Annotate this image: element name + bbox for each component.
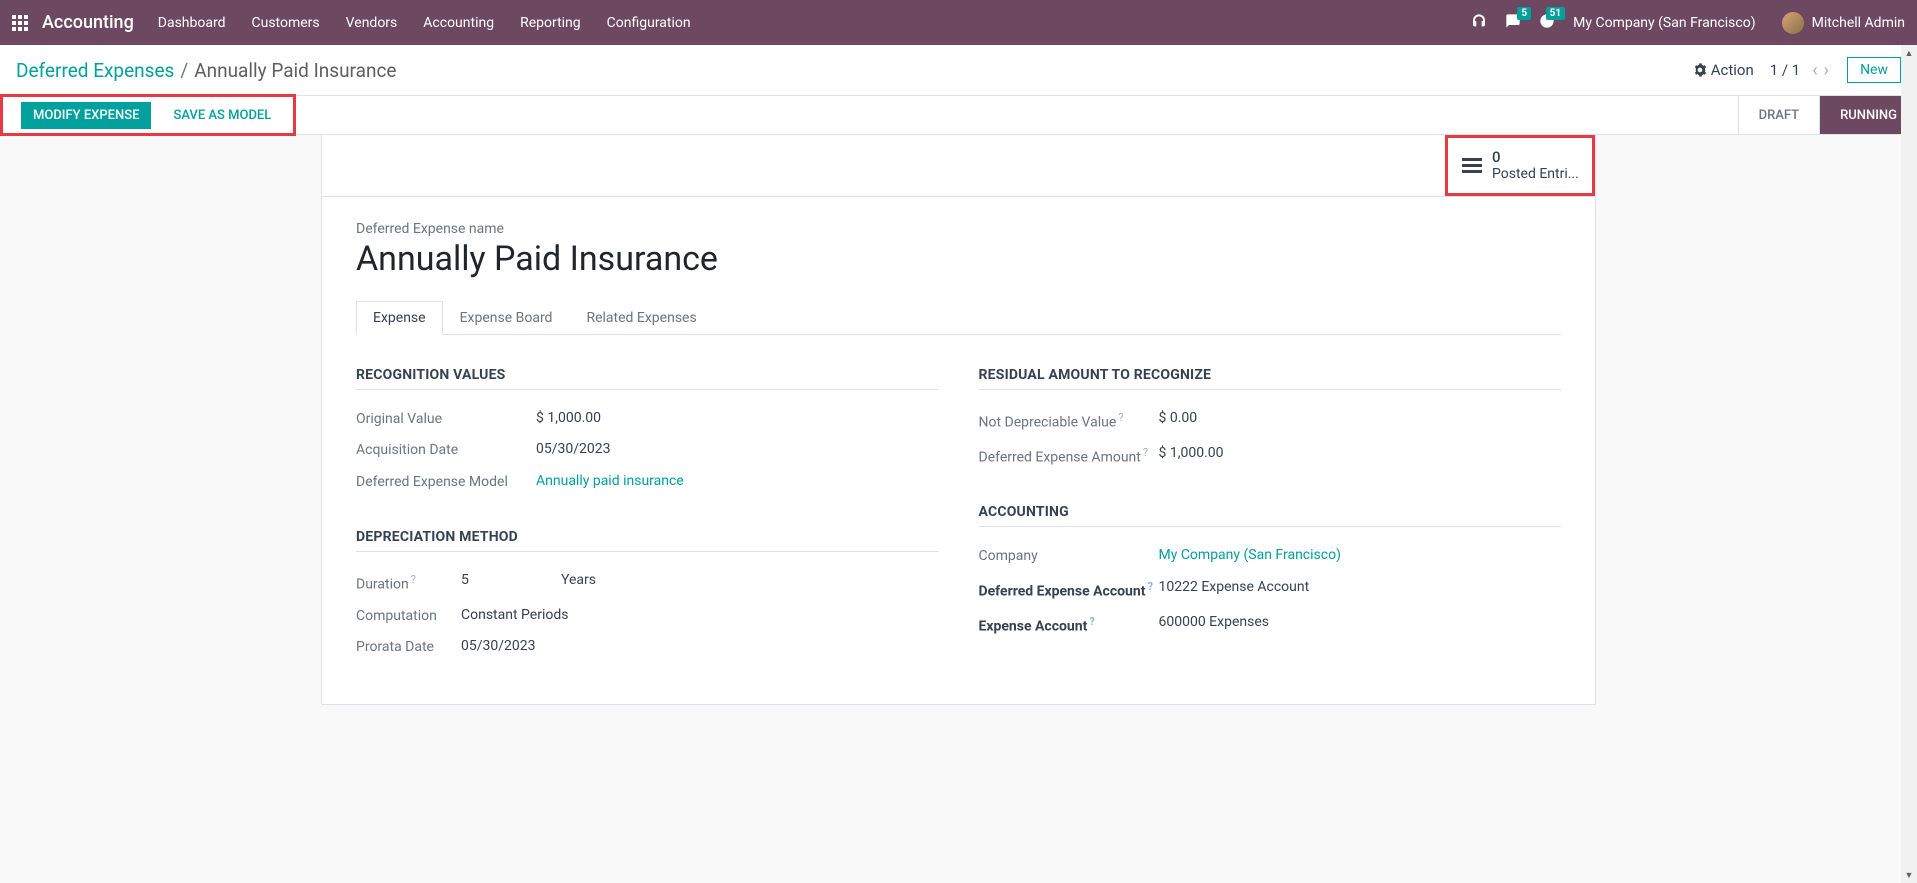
stat-value: 0 xyxy=(1492,148,1579,166)
messages-badge: 5 xyxy=(1517,7,1531,20)
menu-customers[interactable]: Customers xyxy=(252,15,320,31)
app-name[interactable]: Accounting xyxy=(42,12,134,33)
value-duration: 5 xyxy=(461,572,561,588)
label-prorata: Prorata Date xyxy=(356,638,461,658)
tab-related-expenses[interactable]: Related Expenses xyxy=(569,301,713,335)
menu-vendors[interactable]: Vendors xyxy=(346,15,398,31)
help-icon[interactable]: ? xyxy=(1118,411,1123,424)
main-menu: Dashboard Customers Vendors Accounting R… xyxy=(158,15,691,31)
pager-prev-icon[interactable]: ‹ xyxy=(1810,60,1819,81)
menu-dashboard[interactable]: Dashboard xyxy=(158,15,226,31)
menu-configuration[interactable]: Configuration xyxy=(607,15,691,31)
user-name: Mitchell Admin xyxy=(1812,15,1905,31)
activities-icon[interactable]: 51 xyxy=(1539,13,1555,33)
title-field-label: Deferred Expense name xyxy=(356,221,1561,237)
scroll-up-icon[interactable]: ▲ xyxy=(1901,45,1917,61)
new-button[interactable]: New xyxy=(1847,57,1901,83)
scroll-down-icon[interactable]: ▼ xyxy=(1901,867,1917,883)
user-menu[interactable]: Mitchell Admin xyxy=(1782,12,1905,34)
value-deferred-amount: $ 1,000.00 xyxy=(1159,445,1562,461)
right-column: RESIDUAL AMOUNT TO RECOGNIZE Not Depreci… xyxy=(979,359,1562,664)
company-switcher[interactable]: My Company (San Francisco) xyxy=(1573,15,1755,31)
breadcrumb: Deferred Expenses / Annually Paid Insura… xyxy=(16,59,396,82)
posted-entries-stat-button[interactable]: 0 Posted Entri... xyxy=(1445,135,1595,196)
tab-expense[interactable]: Expense xyxy=(356,301,443,335)
label-original-value: Original Value xyxy=(356,410,536,430)
modify-expense-button[interactable]: MODIFY EXPENSE xyxy=(21,102,151,129)
activities-badge: 51 xyxy=(1546,7,1565,20)
menu-reporting[interactable]: Reporting xyxy=(520,15,581,31)
section-accounting: ACCOUNTING xyxy=(979,504,1562,527)
value-not-depreciable: $ 0.00 xyxy=(1159,410,1562,426)
label-acquisition-date: Acquisition Date xyxy=(356,441,536,461)
section-residual: RESIDUAL AMOUNT TO RECOGNIZE xyxy=(979,367,1562,390)
form-body: Deferred Expense name Annually Paid Insu… xyxy=(322,197,1595,704)
label-duration: Duration? xyxy=(356,572,461,595)
title-section: Deferred Expense name Annually Paid Insu… xyxy=(356,221,1561,279)
pager-value[interactable]: 1 / 1 xyxy=(1770,61,1801,79)
label-expense-account: Expense Account? xyxy=(979,614,1159,637)
left-column: RECOGNITION VALUES Original Value $ 1,00… xyxy=(356,359,939,664)
stat-buttons-row: 0 Posted Entri... xyxy=(322,135,1595,197)
value-duration-unit: Years xyxy=(561,572,596,588)
support-icon[interactable] xyxy=(1471,13,1487,33)
statusbar: DRAFT RUNNING xyxy=(1738,96,1917,134)
form-columns: RECOGNITION VALUES Original Value $ 1,00… xyxy=(356,359,1561,664)
action-label: Action xyxy=(1711,61,1754,79)
breadcrumb-current: Annually Paid Insurance xyxy=(194,59,396,82)
label-company: Company xyxy=(979,547,1159,567)
label-computation: Computation xyxy=(356,607,461,627)
breadcrumb-row: Deferred Expenses / Annually Paid Insura… xyxy=(0,45,1917,95)
value-original-value: $ 1,000.00 xyxy=(536,410,939,426)
value-prorata: 05/30/2023 xyxy=(461,638,939,654)
pager-next-icon[interactable]: › xyxy=(1822,60,1831,81)
help-icon[interactable]: ? xyxy=(411,573,416,586)
label-deferred-account: Deferred Expense Account? xyxy=(979,579,1159,602)
control-panel-right: Action 1 / 1 ‹ › New xyxy=(1693,57,1901,83)
messages-icon[interactable]: 5 xyxy=(1505,13,1521,33)
stat-label: Posted Entri... xyxy=(1492,166,1579,183)
breadcrumb-parent[interactable]: Deferred Expenses xyxy=(16,59,174,82)
notebook-tabs: Expense Expense Board Related Expenses xyxy=(356,301,1561,335)
section-depreciation: DEPRECIATION METHOD xyxy=(356,529,939,552)
action-buttons-highlight: MODIFY EXPENSE SAVE AS MODEL xyxy=(0,94,296,136)
systray: 5 51 My Company (San Francisco) Mitchell… xyxy=(1471,12,1905,34)
menu-accounting[interactable]: Accounting xyxy=(423,15,494,31)
value-expense-account[interactable]: 600000 Expenses xyxy=(1159,614,1562,630)
apps-icon[interactable] xyxy=(12,15,28,31)
action-dropdown[interactable]: Action xyxy=(1693,61,1754,79)
label-deferred-amount: Deferred Expense Amount? xyxy=(979,445,1159,468)
value-computation: Constant Periods xyxy=(461,607,939,623)
help-icon[interactable]: ? xyxy=(1147,580,1152,593)
help-icon[interactable]: ? xyxy=(1143,446,1148,459)
action-bar: MODIFY EXPENSE SAVE AS MODEL DRAFT RUNNI… xyxy=(0,95,1917,135)
scrollbar[interactable]: ▲ ▼ xyxy=(1901,45,1917,883)
value-acquisition-date: 05/30/2023 xyxy=(536,441,939,457)
value-company[interactable]: My Company (San Francisco) xyxy=(1159,547,1562,563)
form-sheet: 0 Posted Entri... Deferred Expense name … xyxy=(321,135,1596,705)
help-icon[interactable]: ? xyxy=(1089,615,1094,628)
value-deferred-model[interactable]: Annually paid insurance xyxy=(536,473,939,489)
breadcrumb-sep: / xyxy=(180,59,188,82)
value-deferred-account[interactable]: 10222 Expense Account xyxy=(1159,579,1562,595)
record-title[interactable]: Annually Paid Insurance xyxy=(356,239,1561,279)
label-deferred-model: Deferred Expense Model xyxy=(356,473,536,493)
tab-expense-board[interactable]: Expense Board xyxy=(443,301,570,335)
save-as-model-button[interactable]: SAVE AS MODEL xyxy=(161,102,283,129)
list-icon xyxy=(1462,158,1482,173)
label-not-depreciable: Not Depreciable Value? xyxy=(979,410,1159,433)
avatar xyxy=(1782,12,1804,34)
section-recognition: RECOGNITION VALUES xyxy=(356,367,939,390)
top-navbar: Accounting Dashboard Customers Vendors A… xyxy=(0,0,1917,45)
pager: 1 / 1 ‹ › xyxy=(1770,60,1831,81)
status-draft[interactable]: DRAFT xyxy=(1738,96,1820,134)
